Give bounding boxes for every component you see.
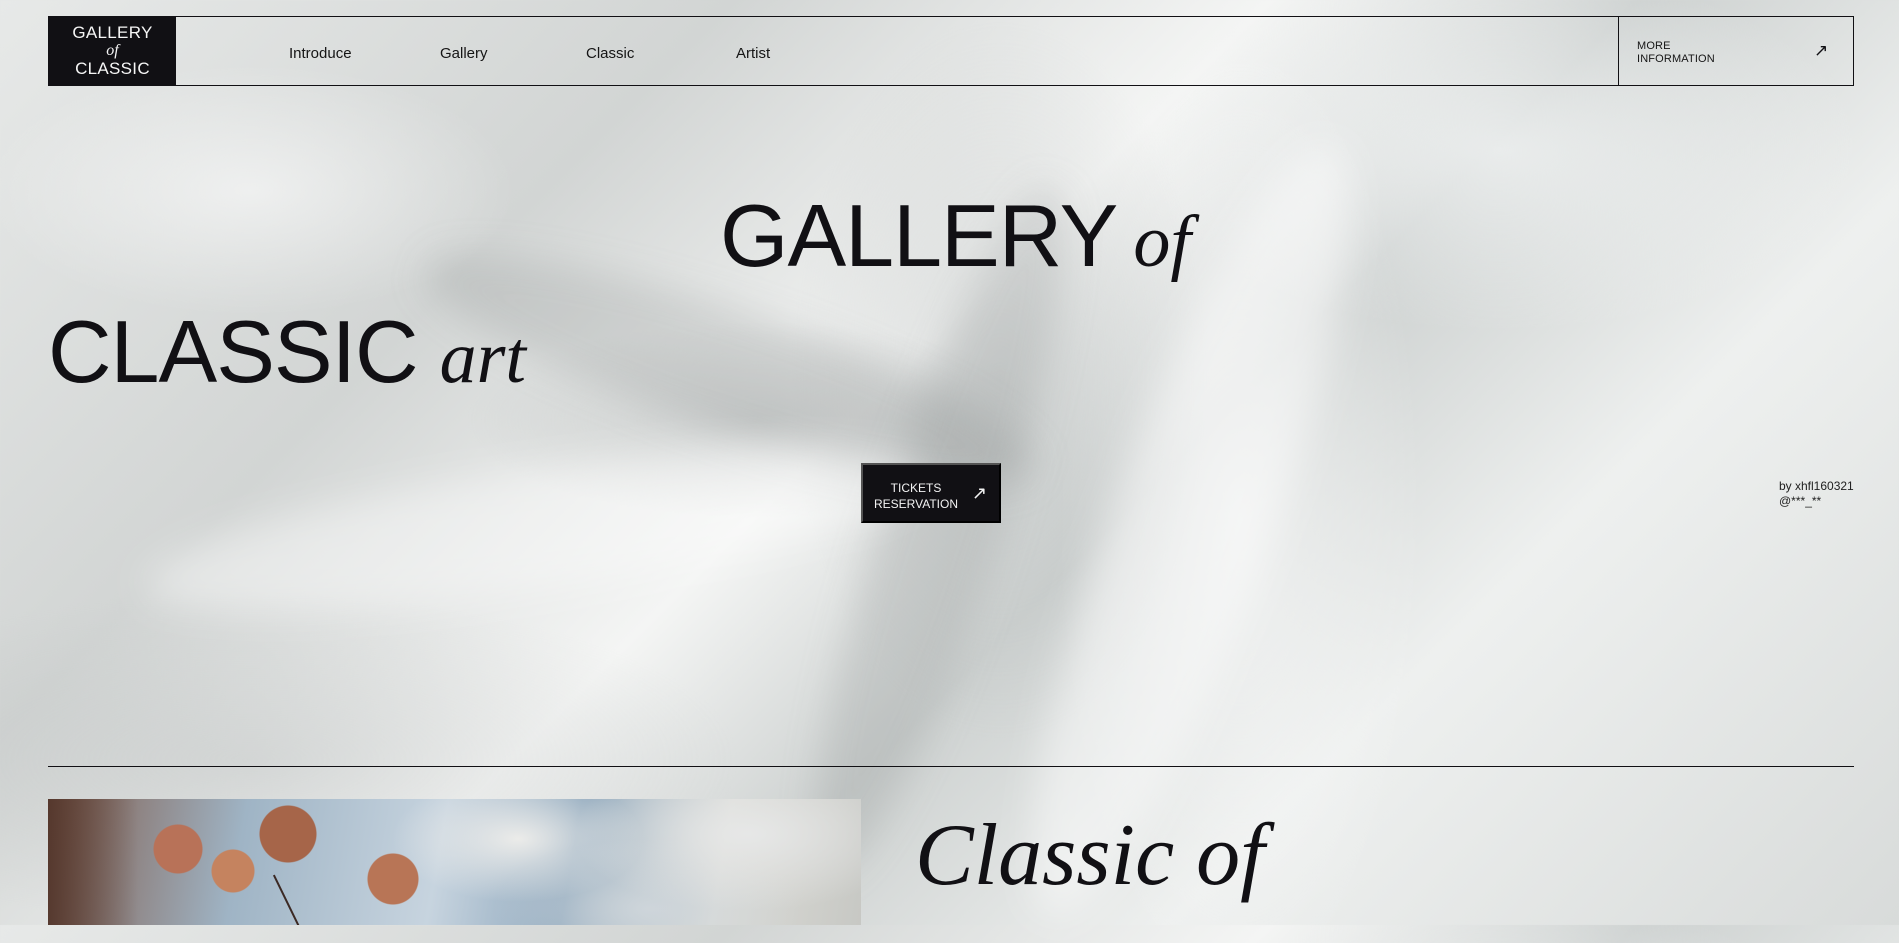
tickets-reservation-button[interactable]: TICKETS RESERVATION ↗ bbox=[861, 463, 1001, 523]
nav-gallery[interactable]: Gallery bbox=[440, 45, 488, 62]
tickets-label-line-2: RESERVATION bbox=[873, 497, 959, 511]
nav-classic[interactable]: Classic bbox=[586, 45, 634, 62]
hero-title-classic: CLASSIC bbox=[48, 302, 419, 401]
classic-of-heading: Classic of bbox=[915, 807, 1265, 904]
more-information-button[interactable]: MORE INFORMATION ↗ bbox=[1618, 17, 1853, 85]
more-information-label: MORE INFORMATION bbox=[1637, 40, 1715, 65]
silk-fold-highlight bbox=[135, 415, 935, 645]
logo-line-classic: CLASSIC bbox=[75, 58, 150, 78]
site-logo[interactable]: GALLERY of CLASSIC bbox=[49, 17, 176, 85]
photo-credit-author: by xhfl160321 bbox=[1779, 479, 1854, 493]
tickets-reservation-label: TICKETS RESERVATION bbox=[870, 480, 962, 512]
arrow-up-right-icon: ↗ bbox=[972, 483, 988, 504]
nav-artist[interactable]: Artist bbox=[736, 45, 770, 62]
arrow-up-right-icon: ↗ bbox=[1814, 41, 1829, 61]
nav-introduce[interactable]: Introduce bbox=[289, 45, 352, 62]
logo-line-of: of bbox=[106, 42, 119, 60]
hero-title-line-1: GALLERY of bbox=[720, 192, 1191, 280]
hero-title-gallery: GALLERY bbox=[720, 186, 1118, 285]
photo-credit: by xhfl160321 @***_** bbox=[1779, 479, 1854, 509]
tickets-label-line-1: TICKETS bbox=[890, 481, 942, 495]
hero-title-art: art bbox=[439, 317, 526, 399]
hero-title-line-2: CLASSIC art bbox=[48, 308, 526, 396]
site-header: GALLERY of CLASSIC Introduce Gallery Cla… bbox=[48, 16, 1854, 86]
logo-line-gallery: GALLERY bbox=[72, 23, 153, 42]
hero-title-of: of bbox=[1133, 201, 1191, 283]
classical-painting-image bbox=[48, 799, 861, 925]
section-divider bbox=[48, 766, 1854, 767]
photo-credit-handle: @***_** bbox=[1779, 494, 1822, 508]
